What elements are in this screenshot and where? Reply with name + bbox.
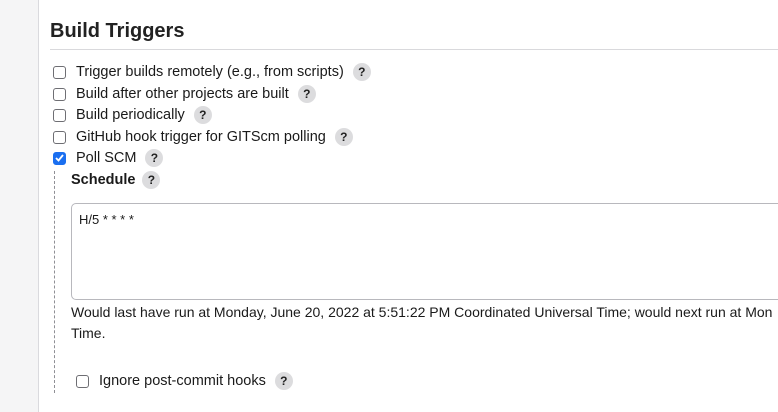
build-triggers-page: Build Triggers Trigger builds remotely (… xyxy=(0,0,778,412)
github-hook-label[interactable]: GitHub hook trigger for GITScm polling xyxy=(76,129,326,145)
build-after-row[interactable]: Build after other projects are built ? xyxy=(53,85,316,103)
trigger-remote-checkbox[interactable] xyxy=(53,65,66,79)
schedule-label: Schedule xyxy=(71,172,136,188)
help-icon[interactable]: ? xyxy=(334,128,353,146)
github-hook-row[interactable]: GitHub hook trigger for GITScm polling ? xyxy=(53,128,353,146)
schedule-label-row: Schedule ? xyxy=(71,171,161,189)
build-after-label[interactable]: Build after other projects are built xyxy=(76,86,289,102)
build-after-checkbox[interactable] xyxy=(53,87,66,101)
help-icon[interactable]: ? xyxy=(274,372,293,390)
poll-scm-checkbox[interactable] xyxy=(53,151,66,165)
ignore-hooks-label[interactable]: Ignore post-commit hooks xyxy=(99,373,266,389)
help-icon[interactable]: ? xyxy=(352,63,371,81)
ignore-hooks-checkbox[interactable] xyxy=(76,374,89,388)
poll-scm-row[interactable]: Poll SCM ? xyxy=(53,149,164,167)
help-icon[interactable]: ? xyxy=(142,171,161,189)
help-icon[interactable]: ? xyxy=(193,106,212,124)
poll-scm-label[interactable]: Poll SCM xyxy=(76,150,136,166)
section-divider xyxy=(50,49,778,50)
run-info-line-2: Time. xyxy=(71,325,106,341)
help-icon[interactable]: ? xyxy=(145,149,164,167)
trigger-remote-row[interactable]: Trigger builds remotely (e.g., from scri… xyxy=(53,63,371,81)
schedule-run-info: Would last have run at Monday, June 20, … xyxy=(71,302,778,344)
nested-options-guide xyxy=(54,171,55,393)
ignore-hooks-row[interactable]: Ignore post-commit hooks ? xyxy=(76,372,293,390)
left-sidebar-rail xyxy=(0,0,39,412)
build-periodically-checkbox[interactable] xyxy=(53,108,66,122)
section-title: Build Triggers xyxy=(50,20,185,42)
build-periodically-label[interactable]: Build periodically xyxy=(76,107,185,123)
github-hook-checkbox[interactable] xyxy=(53,130,66,144)
trigger-remote-label[interactable]: Trigger builds remotely (e.g., from scri… xyxy=(76,64,344,80)
build-periodically-row[interactable]: Build periodically ? xyxy=(53,106,212,124)
run-info-line-1: Would last have run at Monday, June 20, … xyxy=(71,304,773,320)
help-icon[interactable]: ? xyxy=(297,85,316,103)
schedule-textarea[interactable] xyxy=(71,203,778,300)
